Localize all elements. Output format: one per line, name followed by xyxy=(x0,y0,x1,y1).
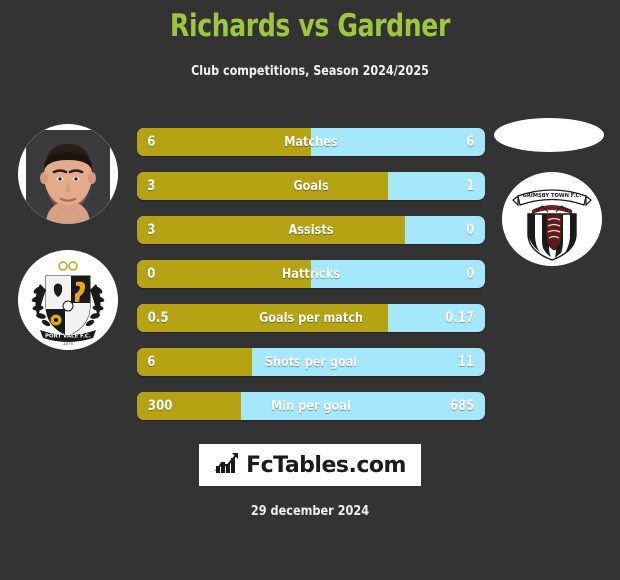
fctables-logo[interactable]: FcTables.com xyxy=(199,444,421,486)
stat-away-value: 0.17 xyxy=(445,310,474,326)
stats-bar-list: 6 Matches 6 3 Goals 1 3 Assists 0 0 Hatt… xyxy=(137,128,485,436)
stat-label: Matches xyxy=(284,134,338,150)
away-player-photo xyxy=(494,118,604,152)
stat-row-assists: 3 Assists 0 xyxy=(137,216,485,244)
stat-label: Min per goal xyxy=(271,398,351,414)
report-date: 29 december 2024 xyxy=(250,503,370,519)
away-club-badge: GRIMSBY TOWN F.C. xyxy=(502,172,602,266)
bar-chart-growth-icon xyxy=(214,451,240,480)
fctables-logo-text: FcTables.com xyxy=(246,452,406,478)
stat-row-goals: 3 Goals 1 xyxy=(137,172,485,200)
stat-label: Hattricks xyxy=(281,266,341,282)
stat-away-value: 0 xyxy=(466,222,475,238)
stat-label: Goals per match xyxy=(259,310,363,326)
stat-label: Shots per goal xyxy=(264,354,358,370)
stat-away-value: 6 xyxy=(466,134,475,150)
stat-label: Assists xyxy=(288,222,334,238)
stat-away-value: 685 xyxy=(449,398,475,414)
home-player-photo xyxy=(18,124,118,224)
stat-label: Goals xyxy=(293,178,329,194)
stat-away-value: 0 xyxy=(466,266,475,282)
stat-row-min-per-goal: 300 Min per goal 685 xyxy=(137,392,485,420)
away-club-name: GRIMSBY TOWN F.C. xyxy=(523,193,582,199)
stat-row-goals-per-match: 0.5 Goals per match 0.17 xyxy=(137,304,485,332)
home-club-name: PORT VALE F.C. xyxy=(45,334,91,340)
page-subtitle: Club competitions, Season 2024/2025 xyxy=(191,63,429,79)
stat-row-matches: 6 Matches 6 xyxy=(137,128,485,156)
stat-away-value: 11 xyxy=(458,354,475,370)
stat-row-shots-per-goal: 6 Shots per goal 11 xyxy=(137,348,485,376)
stat-away-value: 1 xyxy=(466,178,475,194)
home-club-badge: PORT VALE F.C. 1876 xyxy=(18,250,118,350)
stat-row-hattricks: 0 Hattricks 0 xyxy=(137,260,485,288)
home-club-founded: 1876 xyxy=(63,341,74,346)
page-title: Richards vs Gardner xyxy=(169,8,451,44)
